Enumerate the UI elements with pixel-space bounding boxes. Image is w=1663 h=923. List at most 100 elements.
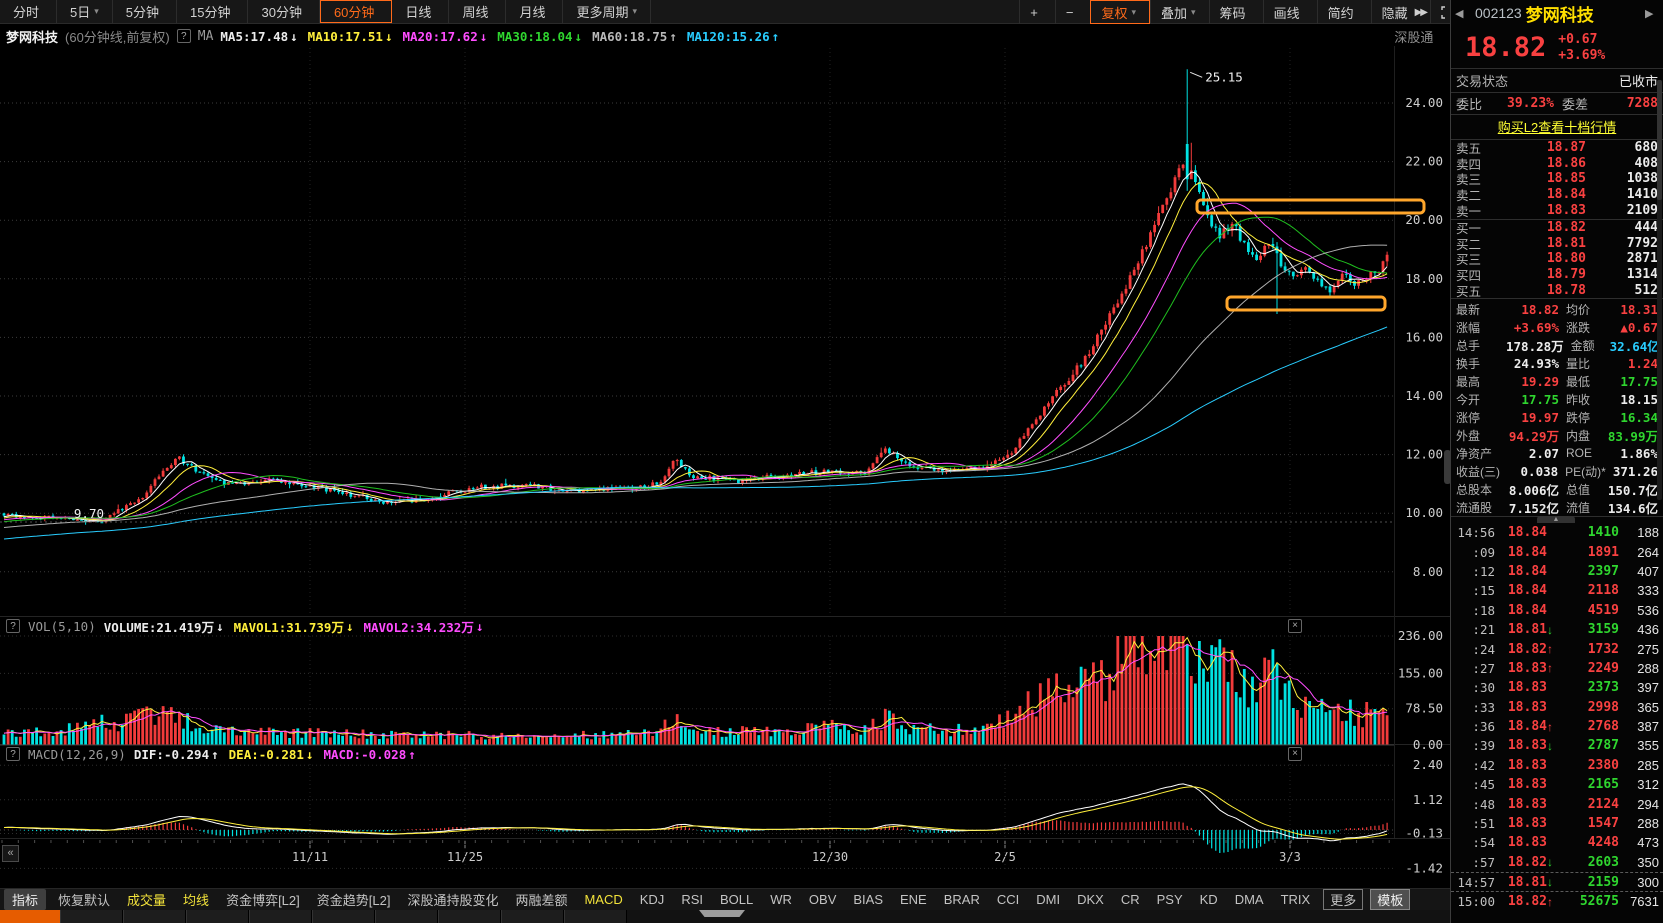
panel-scrollbar[interactable]: [1657, 80, 1662, 500]
header-link[interactable]: 深股通: [1394, 27, 1436, 46]
bottom-tab[interactable]: [312, 910, 375, 923]
indicator-tab[interactable]: RSI: [673, 892, 711, 907]
tick-direction-icon: ↓: [1547, 855, 1559, 869]
indicator-tab[interactable]: 模板: [1370, 889, 1410, 910]
period-label: 60分钟: [334, 2, 374, 21]
tool-button[interactable]: 简约: [1317, 0, 1371, 24]
quote-panel-header: ◀ 002123 梦网科技 ▶: [1451, 0, 1663, 26]
stat-label: 换手: [1456, 355, 1506, 372]
help-icon[interactable]: ?: [177, 29, 191, 43]
period-button[interactable]: 月线: [506, 0, 563, 23]
sell-level-row[interactable]: 卖一 18.83 2109: [1451, 202, 1663, 218]
tool-button[interactable]: 复权 ▾: [1090, 0, 1150, 24]
tick-time: :57: [1455, 855, 1495, 870]
chart-stock-name: 梦网科技: [6, 27, 58, 46]
indicator-tab[interactable]: 更多: [1323, 889, 1363, 910]
price-change: +0.67: [1558, 32, 1605, 47]
tick-count: 264: [1619, 545, 1659, 560]
tick-price: 18.83: [1495, 680, 1547, 695]
prev-stock-icon[interactable]: ◀: [1455, 7, 1469, 20]
tool-button[interactable]: 筹码: [1209, 0, 1263, 24]
stat-value: 0.038: [1506, 464, 1558, 479]
tick-price: 18.83: [1495, 700, 1547, 715]
svg-text:8.00: 8.00: [1413, 564, 1443, 579]
stat-value: 2.07: [1506, 446, 1559, 461]
indicator-tab[interactable]: TRIX: [1273, 892, 1319, 907]
panel-divider-handle[interactable]: [1444, 450, 1451, 484]
tool-button[interactable]: 叠加 ▾: [1150, 0, 1209, 24]
volume-value: MAVOL1:31.739万: [234, 617, 344, 636]
help-icon[interactable]: ?: [6, 619, 20, 633]
indicator-tab[interactable]: BIAS: [845, 892, 891, 907]
indicator-tab[interactable]: 深股通持股变化: [399, 890, 506, 909]
tool-button[interactable]: +: [1019, 0, 1055, 24]
tick-row: :42 18.83 2380 285: [1451, 756, 1663, 775]
indicator-tab[interactable]: BOLL: [712, 892, 761, 907]
bottom-tab[interactable]: [564, 910, 627, 923]
bottom-tab[interactable]: [186, 910, 249, 923]
stat-label: 量比: [1559, 355, 1605, 372]
indicator-tab[interactable]: 两融差额: [507, 890, 575, 909]
indicator-tab[interactable]: CR: [1113, 892, 1148, 907]
indicator-tab[interactable]: DMA: [1227, 892, 1272, 907]
period-button[interactable]: 分时: [0, 0, 57, 23]
indicator-tab[interactable]: 均线: [175, 890, 217, 909]
trend-arrow-icon: ↓: [476, 619, 484, 634]
indicator-tab[interactable]: 指标: [4, 889, 46, 910]
indicator-tab[interactable]: CCI: [989, 892, 1027, 907]
close-icon[interactable]: ×: [1288, 747, 1302, 761]
tick-volume: 1547: [1559, 816, 1619, 831]
close-icon[interactable]: ×: [1288, 619, 1302, 633]
period-button[interactable]: 30分钟: [248, 0, 319, 23]
indicator-tab[interactable]: PSY: [1149, 892, 1191, 907]
tool-button[interactable]: 隐藏 ▶▶: [1371, 0, 1436, 24]
indicator-tab[interactable]: 成交量: [119, 890, 174, 909]
indicator-tab[interactable]: OBV: [801, 892, 844, 907]
indicator-tab[interactable]: DKX: [1069, 892, 1112, 907]
bottom-tab[interactable]: [375, 910, 438, 923]
period-button[interactable]: 日线: [392, 0, 449, 23]
indicator-tab[interactable]: 恢复默认: [50, 890, 118, 909]
indicator-tab[interactable]: WR: [762, 892, 800, 907]
period-button[interactable]: 5分钟: [113, 0, 177, 23]
tick-row: :12 18.84 2397 407: [1451, 562, 1663, 581]
tool-button[interactable]: −: [1055, 0, 1091, 24]
bottom-tab[interactable]: [60, 910, 123, 923]
ma-group-label[interactable]: MA: [198, 29, 214, 44]
indicator-tab[interactable]: DMI: [1028, 892, 1068, 907]
scroll-left-button[interactable]: «: [2, 845, 19, 862]
help-icon[interactable]: ?: [6, 747, 20, 761]
bottom-tab[interactable]: [249, 910, 312, 923]
indicator-tab[interactable]: 资金博弈[L2]: [218, 890, 308, 909]
tick-row: 14:57 18.81 ↓ 2159 300: [1451, 872, 1663, 891]
scrollbar-thumb[interactable]: [1657, 80, 1662, 200]
period-button[interactable]: 更多周期 ▾: [563, 0, 651, 23]
indicator-tab[interactable]: BRAR: [936, 892, 988, 907]
period-button[interactable]: 15分钟: [177, 0, 248, 23]
tool-button[interactable]: 画线: [1263, 0, 1317, 24]
indicator-tab[interactable]: 资金趋势[L2]: [309, 890, 399, 909]
active-bottom-tab[interactable]: [0, 910, 60, 923]
next-stock-icon[interactable]: ▶: [1645, 7, 1659, 20]
tick-count: 355: [1619, 738, 1659, 753]
indicator-tab[interactable]: ENE: [892, 892, 935, 907]
stat-label: 外盘: [1456, 427, 1506, 444]
bottom-tab[interactable]: [438, 910, 501, 923]
panel-collapse-handle[interactable]: [699, 910, 745, 917]
indicator-tab[interactable]: KD: [1192, 892, 1226, 907]
bottom-tab[interactable]: [501, 910, 564, 923]
kline-chart[interactable]: 24.0022.0020.0018.0016.0014.0012.0010.00…: [0, 0, 1450, 923]
tick-list[interactable]: 14:56 18.84 1410 188 :09 18.84 1891 264 …: [1451, 523, 1663, 911]
indicator-tab[interactable]: KDJ: [632, 892, 673, 907]
period-button[interactable]: 60分钟: [320, 0, 392, 23]
buy-level-row[interactable]: 买五 18.78 512: [1451, 282, 1663, 298]
indicator-tab[interactable]: MACD: [576, 892, 630, 907]
bottom-tab[interactable]: [123, 910, 186, 923]
tick-direction-icon: ↓: [1547, 739, 1559, 753]
panel-splitter-handle[interactable]: ▲: [1537, 516, 1575, 523]
l2-quote-link[interactable]: 购买L2查看十档行情: [1498, 117, 1616, 136]
period-button[interactable]: 5日 ▾: [57, 0, 113, 23]
stats-row: 今开 17.75 昨收 18.15: [1451, 390, 1663, 408]
stat-label: 总值: [1559, 481, 1605, 498]
period-button[interactable]: 周线: [449, 0, 506, 23]
